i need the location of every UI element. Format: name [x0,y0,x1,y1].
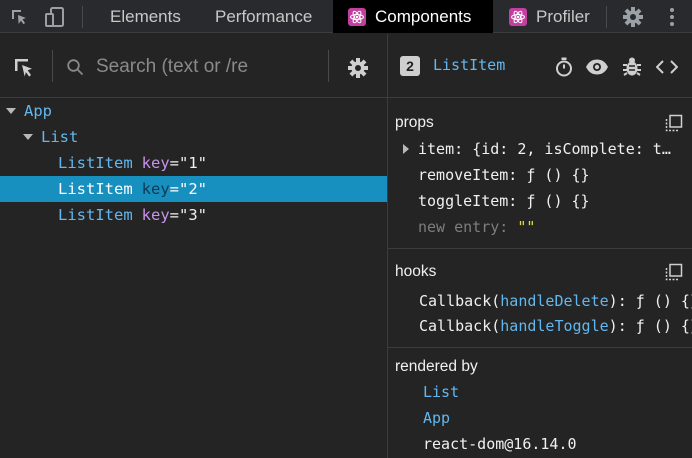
tab-label: Elements [110,6,181,26]
section-title: rendered by [395,358,478,375]
inspector-panel: 2 ListItem props item: {id: 2, isComplet… [388,34,692,458]
react-logo-icon [348,7,366,26]
component-tree-panel: App List ListItemkey="1" ListItemkey="2"… [0,34,387,458]
prop-row-item[interactable]: item: {id: 2, isComplete: t… [418,140,671,158]
toolbar-separator [328,50,329,82]
triangle-expand-icon[interactable] [23,134,33,140]
toolbar-separator [52,50,53,82]
gear-icon[interactable] [620,0,646,33]
prop-row-toggle-item[interactable]: toggleItem: ƒ () {} [418,192,590,210]
hook-row-handle-delete[interactable]: Callback(handleDelete): ƒ () {} [419,292,692,310]
copy-icon[interactable] [664,262,684,282]
tree-node-listitem-2-selected[interactable]: ListItem key ="2" [0,176,387,202]
tab-label: Components [375,6,472,26]
tab-components[interactable]: Components [333,0,493,33]
gear-icon[interactable] [345,55,371,81]
tree-node-list[interactable]: List [0,124,387,150]
key-label: key [141,180,170,198]
tab-label: Profiler [536,6,590,26]
rendered-by-section: rendered by List App react-dom@16.14.0 [388,348,692,458]
hook-row-handle-toggle[interactable]: Callback(handleToggle): ƒ () {} [419,317,692,335]
inspect-cursor-icon[interactable] [11,55,37,81]
device-toggle-icon[interactable] [42,0,68,33]
key-value: ="1" [169,154,207,172]
tab-elements[interactable]: Elements [110,0,181,33]
react-logo-icon [509,7,527,26]
rendered-by-app[interactable]: App [423,409,450,427]
props-section: props item: {id: 2, isComplete: t… remov… [388,98,692,248]
component-name: List [41,128,79,146]
eye-icon[interactable] [584,54,610,80]
tab-separator [82,6,83,28]
copy-icon[interactable] [664,113,684,133]
component-name: App [24,102,52,120]
section-title: hooks [395,263,437,280]
code-icon[interactable] [654,54,680,80]
tree-node-listitem-1[interactable]: ListItem key ="1" [0,150,387,176]
triangle-expand-icon[interactable] [403,144,409,154]
section-title: props [395,114,434,131]
search-input[interactable] [96,54,324,80]
triangle-expand-icon[interactable] [6,108,16,114]
inspector-header: 2 ListItem [388,34,692,98]
component-badge: 2 [400,56,420,76]
component-name: ListItem [58,206,133,224]
search-icon [64,56,86,78]
hooks-section: hooks Callback(handleDelete): ƒ () {} Ca… [388,249,692,345]
tab-separator [606,6,607,28]
stopwatch-icon[interactable] [551,54,577,80]
devtools-tab-bar: Elements Performance Components Profiler [0,0,692,33]
rendered-by-react-dom: react-dom@16.14.0 [423,435,577,453]
tab-performance[interactable]: Performance [215,0,312,33]
rendered-by-list[interactable]: List [423,383,459,401]
tree-toolbar [0,34,387,98]
key-label: key [141,154,170,172]
tree-node-listitem-3[interactable]: ListItem key ="3" [0,202,387,228]
component-name: ListItem [58,180,133,198]
component-name: ListItem [58,154,133,172]
inspect-cursor-icon[interactable] [6,0,32,33]
more-vertical-icon[interactable] [662,0,682,33]
key-label: key [141,206,170,224]
inspected-component-name: ListItem [433,56,506,74]
tab-label: Performance [215,6,313,26]
prop-row-remove-item[interactable]: removeItem: ƒ () {} [418,166,590,184]
tree-node-app[interactable]: App [0,98,387,124]
prop-new-entry[interactable]: new entry: "" [418,218,535,236]
key-value: ="3" [169,206,207,224]
bug-icon[interactable] [619,54,645,80]
key-value: ="2" [169,180,207,198]
tab-profiler[interactable]: Profiler [509,0,590,33]
